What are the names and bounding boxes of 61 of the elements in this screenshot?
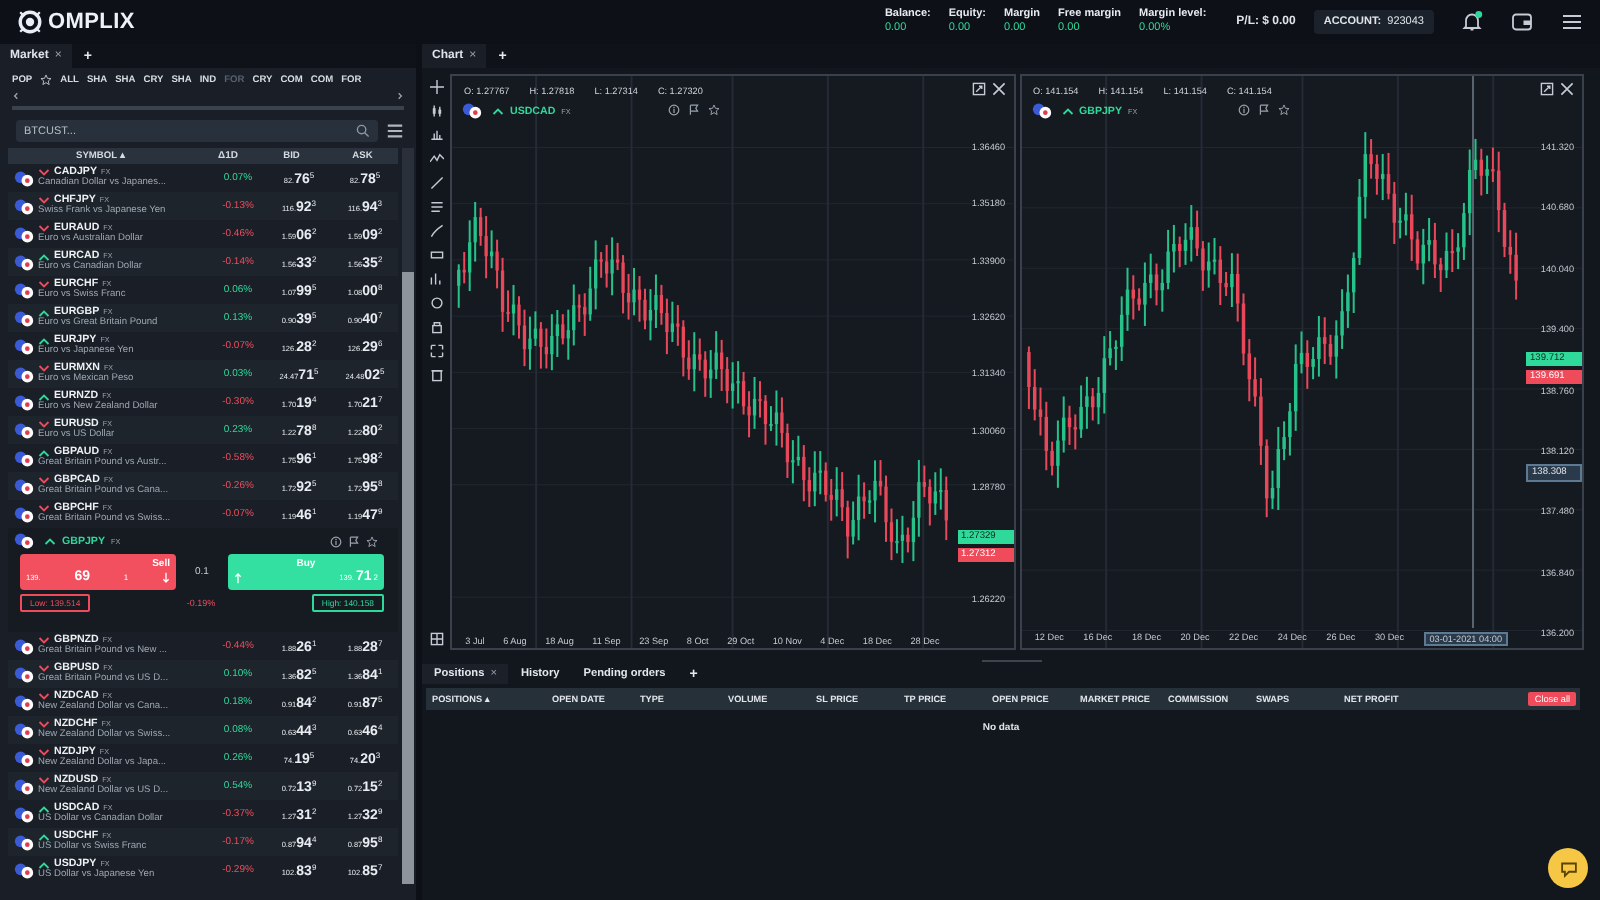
star-icon[interactable] bbox=[708, 104, 720, 116]
down-arrow-icon bbox=[161, 571, 170, 583]
up-arrow-icon bbox=[234, 571, 242, 583]
currency-flags-icon bbox=[1031, 102, 1051, 120]
scrollbar[interactable] bbox=[402, 148, 414, 884]
flag-icon[interactable] bbox=[348, 535, 360, 547]
currency-flags-icon bbox=[14, 365, 34, 383]
currency-flags-icon bbox=[14, 197, 34, 215]
scroll-left-icon[interactable] bbox=[12, 92, 20, 100]
currency-flags-icon bbox=[14, 449, 34, 467]
flag-icon[interactable] bbox=[1257, 104, 1269, 116]
star-icon[interactable] bbox=[40, 74, 53, 86]
wallet-button[interactable] bbox=[1510, 10, 1534, 34]
currency-flags-icon bbox=[14, 749, 34, 767]
currency-flags-icon bbox=[14, 505, 34, 523]
logo-text: OMPLIX bbox=[48, 10, 135, 34]
currency-flags-icon bbox=[14, 805, 34, 823]
currency-flags-icon bbox=[14, 833, 34, 851]
wave-tool-icon[interactable] bbox=[429, 152, 443, 166]
info-icon[interactable] bbox=[1237, 104, 1249, 116]
close-icon[interactable] bbox=[1560, 82, 1574, 96]
crosshair-tool-icon[interactable] bbox=[429, 80, 443, 94]
flag-icon[interactable] bbox=[688, 104, 700, 116]
currency-flags-icon bbox=[14, 777, 34, 795]
maximize-icon[interactable] bbox=[1540, 82, 1554, 96]
currency-flags-icon bbox=[14, 169, 34, 187]
menu-button[interactable] bbox=[1560, 10, 1584, 34]
text-lines-tool-icon[interactable] bbox=[429, 200, 443, 214]
currency-flags-icon bbox=[14, 477, 34, 495]
currency-flags-icon bbox=[14, 665, 34, 683]
currency-flags-icon bbox=[14, 337, 34, 355]
currency-flags-icon bbox=[14, 225, 34, 243]
scrollbar-thumb[interactable] bbox=[402, 272, 414, 884]
currency-flags-icon bbox=[14, 861, 34, 879]
currency-flags-icon bbox=[14, 253, 34, 271]
list-view-icon[interactable] bbox=[386, 122, 404, 140]
currency-flags-icon bbox=[14, 637, 34, 655]
candles-tool-icon[interactable] bbox=[429, 104, 443, 118]
currency-flags-icon bbox=[14, 421, 34, 439]
star-icon[interactable] bbox=[366, 535, 378, 547]
notifications-button[interactable] bbox=[1460, 10, 1484, 34]
currency-flags-icon bbox=[14, 309, 34, 327]
currency-flags-icon bbox=[14, 532, 34, 550]
star-icon[interactable] bbox=[1277, 104, 1289, 116]
currency-flags-icon bbox=[14, 393, 34, 411]
currency-flags-icon bbox=[14, 693, 34, 711]
maximize-icon[interactable] bbox=[971, 82, 985, 96]
line-tool-icon[interactable] bbox=[429, 176, 443, 190]
currency-flags-icon bbox=[462, 102, 482, 120]
chat-icon bbox=[1557, 857, 1579, 879]
info-icon[interactable] bbox=[330, 535, 342, 547]
logo-icon bbox=[16, 8, 44, 36]
close-icon[interactable] bbox=[991, 82, 1005, 96]
search-icon[interactable] bbox=[356, 124, 370, 138]
brush-tool-icon[interactable] bbox=[429, 224, 443, 238]
currency-flags-icon bbox=[14, 281, 34, 299]
layout-grid-icon[interactable] bbox=[429, 632, 443, 646]
info-icon[interactable] bbox=[668, 104, 680, 116]
scroll-right-icon[interactable] bbox=[396, 92, 404, 100]
bars-tool-icon[interactable] bbox=[429, 128, 443, 142]
currency-flags-icon bbox=[14, 721, 34, 739]
